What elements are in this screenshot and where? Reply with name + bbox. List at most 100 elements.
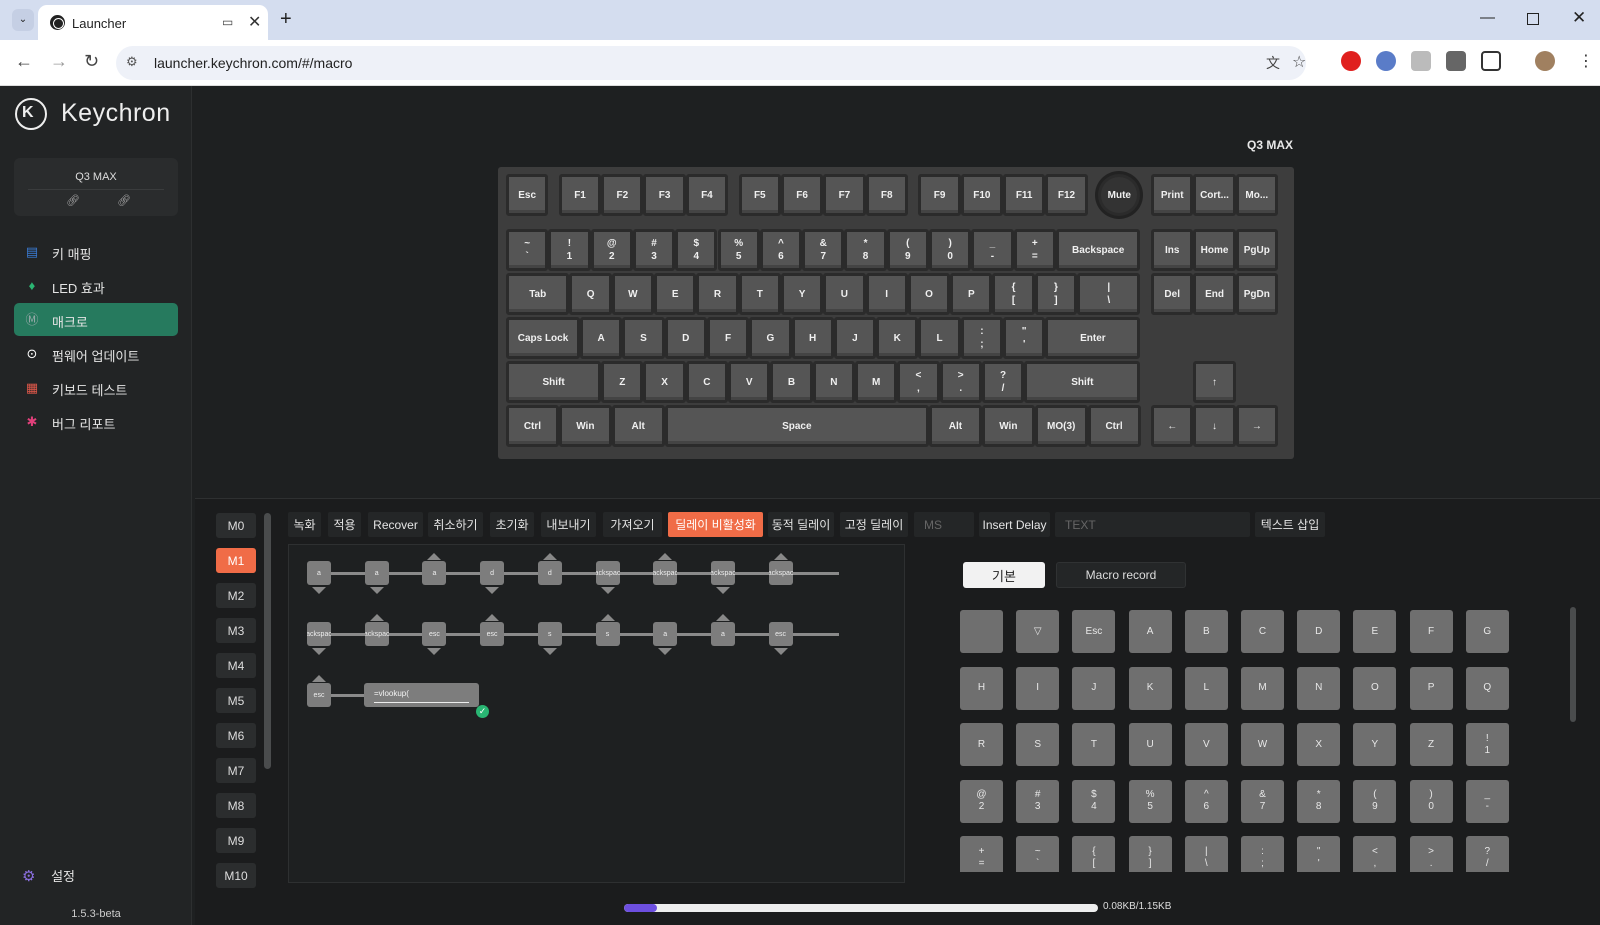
key-3-9[interactable]: L [918,317,961,359]
palette-key[interactable]: G [1465,610,1509,653]
key-4-4[interactable]: V [728,361,771,403]
key-1-14[interactable]: Ins [1151,229,1194,271]
key-4-10[interactable]: ? / [981,361,1025,403]
key-2-7[interactable]: U [823,273,866,315]
palette-key[interactable]: < , [1353,836,1397,872]
palette-key[interactable]: ▽ [1016,610,1060,653]
palette-key[interactable]: $ 4 [1072,779,1116,823]
key-0-8[interactable]: F8 [865,174,908,216]
palette-key[interactable]: R [960,723,1003,766]
key-1-12[interactable]: + = [1013,229,1056,271]
key-0-15[interactable]: Cort... [1193,174,1236,216]
macro-key-node[interactable]: d [537,561,562,585]
sidebar-item-1[interactable]: ♦ LED 효과 [14,269,178,302]
key-2-4[interactable]: R [696,273,739,315]
key-5-2[interactable]: Alt [611,405,665,447]
key-1-0[interactable]: ~ ` [506,229,549,271]
device-card[interactable]: Q3 MAX 🔗︎ 🔗︎ [14,158,178,216]
reset-button[interactable]: 초기화 [490,512,534,537]
key-1-8[interactable]: * 8 [844,229,887,271]
key-0-2[interactable]: F2 [601,174,644,216]
key-3-0[interactable]: Caps Lock [506,317,581,359]
key-1-11[interactable]: _ - [971,229,1014,271]
key-2-10[interactable]: P [950,273,993,315]
palette-key[interactable]: " ' [1297,836,1341,872]
macro-key-node[interactable]: a [422,561,447,585]
link-icon[interactable]: 🔗︎ [66,194,80,207]
palette-key[interactable]: V [1184,723,1228,766]
key-1-15[interactable]: Home [1193,229,1236,271]
dynamic-delay-button[interactable]: 동적 딜레이 [768,512,834,537]
macro-slot-m9[interactable]: M9 [216,828,256,853]
key-5-4[interactable]: Alt [929,405,982,447]
key-2-5[interactable]: T [738,273,781,315]
key-1-9[interactable]: ( 9 [886,229,929,271]
export-button[interactable]: 내보내기 [541,512,596,537]
tab-basic[interactable]: 기본 [963,562,1045,588]
key-4-3[interactable]: C [685,361,729,403]
unlink-icon[interactable]: 🔗︎ [117,194,131,207]
palette-key[interactable]: & 7 [1241,779,1284,823]
macro-slot-m4[interactable]: M4 [216,653,256,678]
site-info-icon[interactable]: ⚙ [126,54,138,70]
macro-key-node[interactable]: esc [307,683,331,707]
key-0-16[interactable]: Mo... [1235,174,1278,216]
palette-scrollbar[interactable] [1570,607,1576,722]
palette-key[interactable]: W [1241,723,1284,766]
macro-key-node[interactable]: s [595,622,620,646]
key-3-2[interactable]: S [622,317,665,359]
text-node[interactable]: =vlookup( [364,683,479,707]
apply-button[interactable]: 적용 [328,512,361,537]
key-3-8[interactable]: K [876,317,919,359]
cast-icon[interactable]: ▭ [222,15,233,29]
palette-key[interactable]: # 3 [1016,779,1060,823]
palette-key[interactable]: I [1016,666,1060,710]
key-3-6[interactable]: H [791,317,834,359]
palette-key[interactable]: * 8 [1297,779,1341,823]
key-3-11[interactable]: " ' [1003,317,1046,359]
macro-slot-m10[interactable]: M10 [216,863,256,888]
macro-key-node[interactable]: esc [480,622,505,646]
key-0-11[interactable]: F11 [1003,174,1046,216]
palette-key[interactable]: P [1409,666,1453,710]
key-2-9[interactable]: O [907,273,951,315]
palette-key[interactable]: S [1016,723,1060,766]
extensions-puzzle-icon[interactable] [1481,51,1501,71]
tab-close-icon[interactable]: ✕ [248,12,261,32]
key-4-5[interactable]: B [770,361,813,403]
key-2-11[interactable]: { [ [992,273,1035,315]
recover-button[interactable]: Recover [368,512,423,537]
key-3-1[interactable]: A [580,317,623,359]
disable-delay-button[interactable]: 딜레이 비활성화 [668,512,763,537]
key-0-0[interactable]: Esc [506,174,549,216]
text-input[interactable]: TEXT [1055,512,1250,537]
palette-key[interactable]: ? / [1465,836,1509,872]
browser-menu-icon[interactable]: ⋮ [1578,51,1594,71]
key-2-16[interactable]: PgDn [1235,273,1278,315]
palette-key[interactable]: X [1297,723,1341,766]
minimize-icon[interactable]: — [1480,9,1495,26]
macro-key-node[interactable]: esc [768,622,793,646]
key-1-5[interactable]: % 5 [717,229,760,271]
palette-key[interactable]: ( 9 [1353,779,1397,823]
palette-key[interactable]: ^ 6 [1184,779,1228,823]
key-5-1[interactable]: Win [558,405,612,447]
palette-key[interactable]: ) 0 [1409,779,1453,823]
key-5-6[interactable]: MO(3) [1034,405,1088,447]
slot-scrollbar[interactable] [264,513,271,769]
macro-slot-m1[interactable]: M1 [216,548,256,573]
key-2-12[interactable]: } ] [1034,273,1078,315]
palette-key[interactable]: L [1184,666,1228,710]
palette-key[interactable]: F [1409,610,1453,653]
palette-key[interactable]: M [1241,666,1284,710]
key-4-2[interactable]: X [643,361,686,403]
close-window-icon[interactable]: ✕ [1572,8,1586,28]
sidebar-item-0[interactable]: ▤ 키 매핑 [14,235,178,268]
key-2-2[interactable]: W [611,273,655,315]
settings-item[interactable]: ⚙ 설정 [22,866,75,885]
macro-key-node[interactable]: a [364,561,389,585]
macro-slot-m6[interactable]: M6 [216,723,256,748]
palette-key[interactable]: Q [1465,666,1509,710]
translate-icon[interactable]: 文 [1266,53,1280,73]
key-4-11[interactable]: Shift [1024,361,1141,403]
